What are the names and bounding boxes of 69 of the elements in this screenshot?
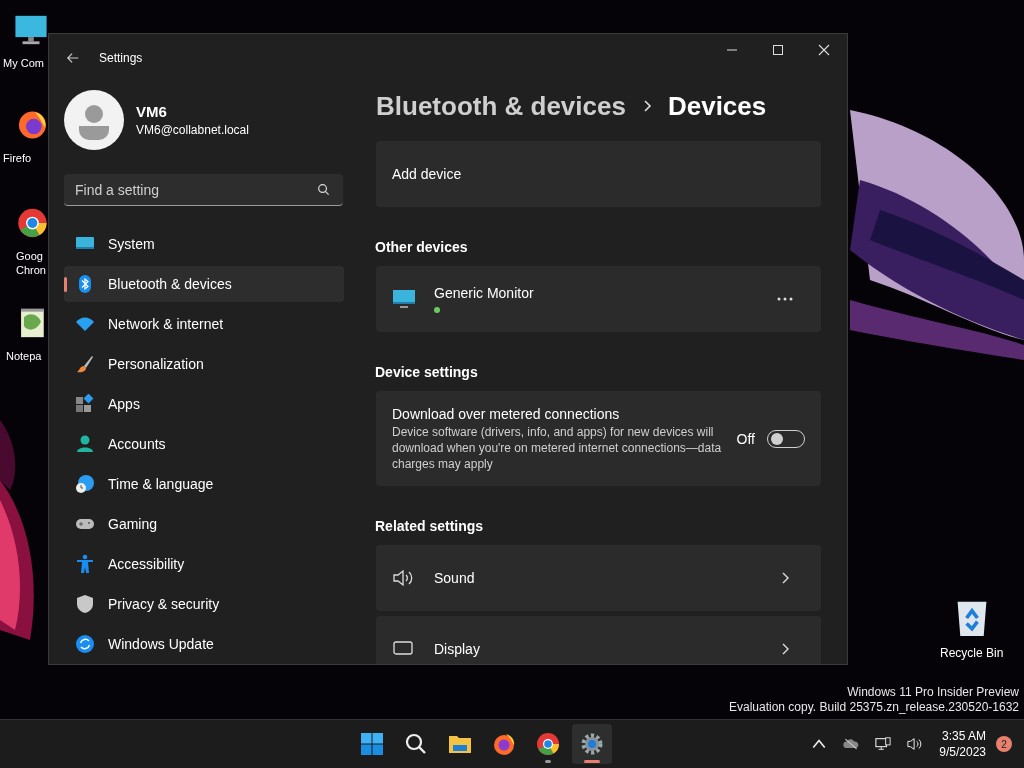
nav-item[interactable]: Apps <box>64 386 344 422</box>
nav-item[interactable]: Personalization <box>64 346 344 382</box>
breadcrumb-link[interactable]: Bluetooth & devices <box>376 90 626 122</box>
clock-date[interactable]: 9/5/2023 <box>939 744 986 760</box>
close-icon[interactable] <box>818 44 830 56</box>
page-title: Devices <box>667 90 767 122</box>
taskbar-button[interactable] <box>571 724 612 764</box>
back-arrow-icon[interactable] <box>66 51 80 65</box>
nav-item[interactable]: System <box>64 226 344 262</box>
desktop-icon-label[interactable]: Chron <box>0 263 46 277</box>
card-label: Display <box>434 641 480 657</box>
nav-item[interactable]: Time & language <box>64 466 344 502</box>
related-setting-card[interactable]: Display <box>376 616 821 664</box>
toggle-state-label: Off <box>736 430 755 447</box>
desktop-icon-label[interactable]: Goog <box>0 249 43 263</box>
window-title: Settings <box>99 51 143 65</box>
globe-clock-icon <box>75 474 95 494</box>
gear-icon[interactable] <box>579 732 604 756</box>
firefox-icon[interactable] <box>491 732 516 756</box>
nav-item[interactable]: Privacy & security <box>64 586 344 622</box>
nav-item[interactable]: Network & internet <box>64 306 344 342</box>
chevron-icon <box>781 572 789 584</box>
watermark-text: Windows 11 Pro Insider Preview <box>847 685 1019 700</box>
search-icon[interactable] <box>317 183 330 196</box>
nav-item[interactable]: Bluetooth & devices <box>64 266 344 302</box>
section-heading: Related settings <box>375 518 485 534</box>
device-name: Generic Monitor <box>434 285 534 301</box>
network-icon[interactable] <box>875 736 892 752</box>
user-name: VM6 <box>136 103 168 120</box>
card-label: Add device <box>392 166 462 182</box>
setting-title: Download over metered connections <box>392 405 621 422</box>
search-field[interactable]: Find a setting <box>64 174 343 206</box>
speaker-icon[interactable] <box>907 736 924 752</box>
cloud-icon[interactable] <box>843 736 860 752</box>
add-device-card[interactable]: Add device <box>376 141 821 207</box>
related-setting-card[interactable]: Sound <box>376 545 821 611</box>
person-icon <box>75 434 95 454</box>
shield-icon <box>75 594 95 614</box>
apps-icon <box>75 394 95 414</box>
notification-badge[interactable]: 2 <box>996 736 1012 752</box>
more-options-icon[interactable] <box>777 297 793 301</box>
desktop-icon-label[interactable]: Recycle Bin <box>940 646 1004 660</box>
user-email: VM6@collabnet.local <box>136 123 249 137</box>
search-icon[interactable] <box>403 732 428 756</box>
section-heading: Other devices <box>375 239 469 255</box>
windows-logo-icon[interactable] <box>359 732 384 756</box>
desktop-icon-label[interactable]: Notepa <box>0 349 42 363</box>
avatar[interactable] <box>64 90 124 150</box>
maximize-icon[interactable] <box>772 44 784 56</box>
chrome-icon[interactable] <box>535 732 560 756</box>
speaker-icon <box>392 568 414 588</box>
refresh-icon <box>75 634 95 654</box>
chevron-icon <box>781 643 789 655</box>
desktop-icon-label[interactable]: Firefo <box>0 151 32 165</box>
nav-item[interactable]: Accessibility <box>64 546 344 582</box>
desktop-icon-label[interactable]: My Com <box>0 56 44 70</box>
chevron-icon <box>641 99 652 113</box>
clock-time[interactable]: 3:35 AM <box>941 728 986 744</box>
monitor-icon <box>392 288 416 310</box>
section-heading: Device settings <box>375 364 479 380</box>
accessibility-icon <box>75 554 95 574</box>
device-card[interactable]: Generic Monitor <box>376 266 821 332</box>
nav-item[interactable]: Windows Update <box>64 626 344 662</box>
setting-description: Device software (drivers, info, and apps) for new devices will download when you're on metered internet connections—data charges may apply <box>392 423 722 472</box>
card-label: Sound <box>434 570 475 586</box>
nav-item[interactable]: Accounts <box>64 426 344 462</box>
nav-item[interactable]: Gaming <box>64 506 344 542</box>
watermark-text: Evaluation copy. Build 25375.zn_release.230520-1632 <box>729 700 1019 715</box>
paintbrush-icon <box>75 354 95 374</box>
